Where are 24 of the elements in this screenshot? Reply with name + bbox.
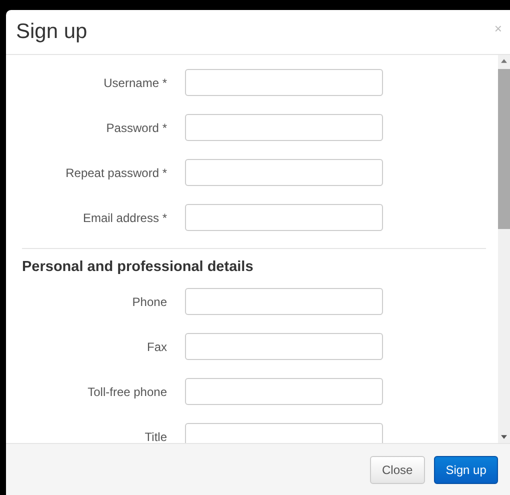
close-button[interactable]: Close [370,456,425,484]
field-label: Fax [146,340,168,354]
field-label: Email address * [82,210,168,224]
input-field[interactable] [185,159,383,186]
input-field[interactable] [185,114,383,141]
sign-up-button[interactable]: Sign up [434,456,498,484]
scrollbar[interactable] [498,55,510,443]
field-label: Toll-free phone [86,384,168,398]
field-label: Title [144,430,168,443]
input-field[interactable] [185,204,383,231]
scroll-up-icon[interactable] [501,59,507,63]
field-label: Username * [102,76,168,90]
field-label: Repeat password * [64,166,168,180]
input-field[interactable] [185,288,383,315]
section-heading: Personal and professional details [21,259,254,275]
field-label: Phone [131,294,168,308]
input-field[interactable] [185,378,383,405]
input-field[interactable] [185,69,383,96]
scroll-down-icon[interactable] [501,435,507,439]
input-field[interactable] [185,423,383,443]
field-label: Password * [105,120,168,134]
input-field[interactable] [185,333,383,360]
scrollbar-thumb[interactable] [498,69,510,229]
dialog-title: Sign up [16,20,88,44]
